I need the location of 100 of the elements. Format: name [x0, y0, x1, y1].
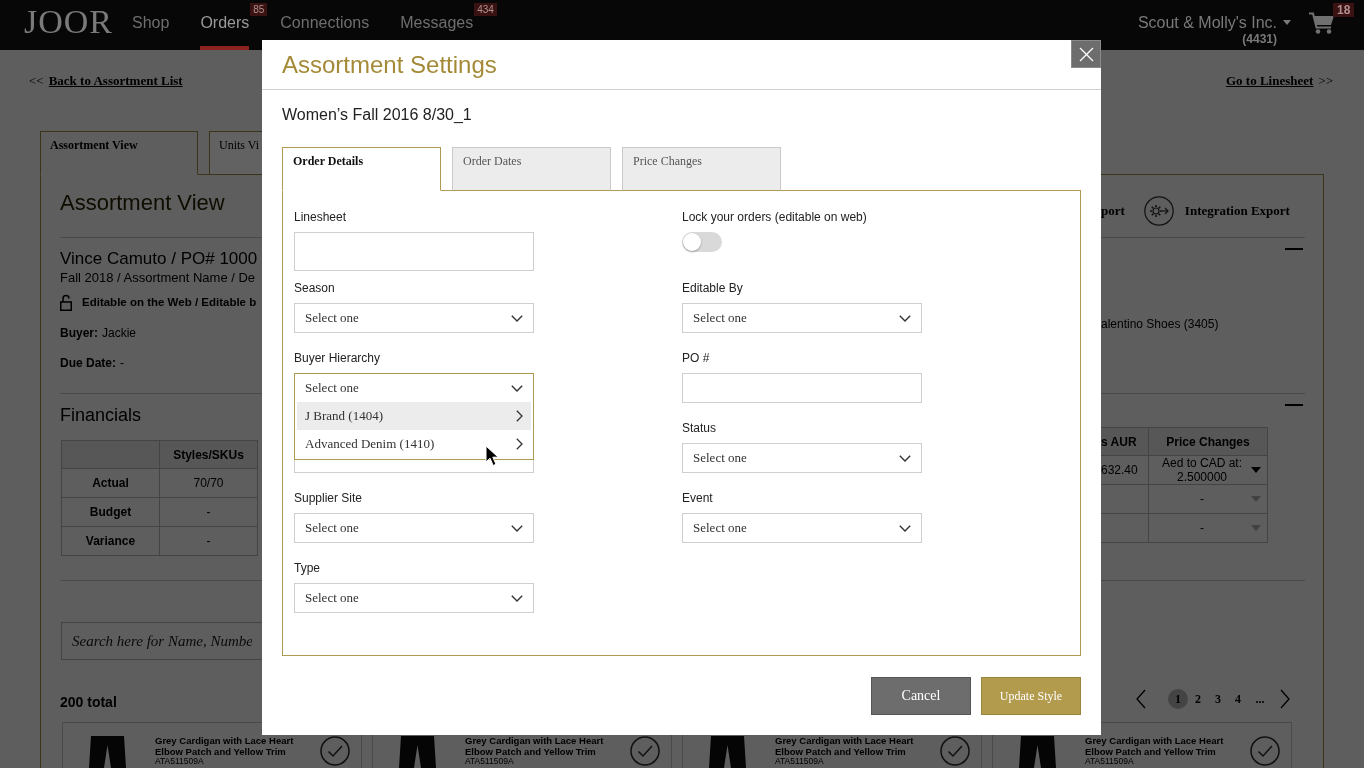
page-link[interactable]: 4: [1228, 689, 1248, 709]
logo[interactable]: JOOR: [24, 0, 114, 44]
caret-down-icon[interactable]: [1251, 467, 1261, 473]
product-name: Grey Cardigan with Lace Heart Elbow Patch and Yellow Trim: [465, 736, 605, 757]
dropdown-option[interactable]: J Brand (1404): [297, 402, 531, 430]
dialog-title: Assortment Settings: [282, 50, 497, 79]
page-link[interactable]: 2: [1188, 689, 1208, 709]
tab[interactable]: Order Dates: [452, 147, 611, 191]
column-header: s AUR: [1101, 428, 1149, 456]
field-label: Linesheet: [294, 209, 347, 226]
action-link[interactable]: port: [1101, 202, 1125, 220]
search-field[interactable]: Search here for Name, Numbe: [61, 622, 262, 660]
info-text: alentino Shoes (3405): [1101, 316, 1219, 332]
tab[interactable]: Assortment View: [40, 131, 198, 175]
product-sku: ATA511509A: [465, 757, 515, 767]
select-field[interactable]: Select one: [682, 443, 922, 473]
secondary-button[interactable]: Cancel: [871, 677, 971, 715]
check-circle-icon[interactable]: [940, 736, 970, 766]
page-link[interactable]: 1: [1168, 689, 1188, 709]
select-field[interactable]: Select one: [294, 303, 534, 333]
field-label: Lock your orders (editable on web): [682, 209, 867, 226]
row-header: Budget: [62, 498, 160, 527]
cart-icon[interactable]: [1309, 12, 1335, 34]
close-icon: [1078, 46, 1094, 62]
field-value: -: [120, 355, 124, 371]
order-subheading: Fall 2018 / Assortment Name / De: [60, 270, 256, 286]
chevron-down-icon: [899, 454, 911, 462]
text-field[interactable]: [682, 373, 922, 403]
text-field[interactable]: [294, 232, 534, 271]
chevron-down-icon: [511, 314, 523, 322]
select-field[interactable]: Select one: [294, 583, 534, 613]
field-label: Buyer:: [60, 325, 98, 341]
check-circle-icon[interactable]: [630, 736, 660, 766]
tab[interactable]: Order Details: [282, 147, 441, 191]
field-label: Buyer Hierarchy: [294, 350, 381, 367]
chevron-right-icon[interactable]: [1280, 689, 1290, 709]
close-button[interactable]: [1071, 40, 1101, 68]
column-header: Styles/SKUs: [160, 441, 258, 469]
product-sku: ATA511509A: [1085, 757, 1135, 767]
table-cell-text: -: [1199, 521, 1205, 535]
caret-down-icon[interactable]: [1283, 20, 1291, 25]
table-cell: -: [160, 498, 258, 527]
field-label: Editable By: [682, 280, 743, 297]
lock-icon: [60, 293, 72, 311]
count-badge: 434: [474, 3, 497, 16]
tab[interactable]: Units Vi: [209, 131, 262, 175]
table-cell-text: Aed to CAD at: 2.500000: [1160, 456, 1243, 484]
editable-status: Editable on the Web / Editable b: [82, 295, 257, 310]
table-cell-text: -: [1199, 492, 1205, 506]
chevron-right-icon: [516, 438, 523, 450]
chevron-down-icon: [511, 594, 523, 602]
check-circle-icon[interactable]: [320, 736, 350, 766]
select-field[interactable]: Select one: [294, 373, 534, 403]
select-field[interactable]: Select one: [294, 513, 534, 543]
count-badge: 85: [250, 3, 268, 16]
field-label: Supplier Site: [294, 490, 363, 507]
account-name[interactable]: Scout & Molly's Inc.: [1137, 13, 1277, 32]
column-header: Price Changes: [1149, 428, 1268, 456]
field-value: Jackie: [102, 325, 137, 341]
nav-link[interactable]: Shop: [132, 0, 170, 50]
count-badge: 18: [1333, 3, 1355, 17]
field-label: Type: [294, 560, 320, 577]
page-link[interactable]: 3: [1208, 689, 1228, 709]
chevron-down-icon: [511, 384, 523, 392]
product-sku: ATA511509A: [155, 757, 205, 767]
toggle-switch[interactable]: [682, 232, 722, 252]
product-name: Grey Cardigan with Lace Heart Elbow Patch and Yellow Trim: [155, 736, 295, 757]
field-label: Status: [682, 420, 717, 437]
table-cell: -: [160, 527, 258, 556]
field-label: Event: [682, 490, 713, 507]
dropdown-option[interactable]: Advanced Denim (1410): [297, 430, 531, 458]
select-field[interactable]: Select one: [682, 303, 922, 333]
section-title: Financials: [60, 404, 142, 426]
result-count: 200 total: [60, 694, 117, 710]
order-heading: Vince Camuto / PO# 1000: [60, 248, 258, 270]
tab[interactable]: Price Changes: [622, 147, 781, 191]
dialog-subtitle: Women’s Fall 2016 8/30_1: [282, 105, 472, 124]
row-header: Variance: [62, 527, 160, 556]
back-link[interactable]: << Back to Assortment List: [29, 72, 183, 90]
field-label: Season: [294, 280, 335, 297]
chevron-left-icon[interactable]: [1136, 689, 1146, 709]
check-circle-icon[interactable]: [1250, 736, 1280, 766]
page-ellipsis: ...: [1254, 691, 1266, 707]
account-number: (4431): [1242, 32, 1277, 46]
field-label: PO #: [682, 350, 710, 367]
action-link[interactable]: Integration Export: [1143, 196, 1290, 226]
product-name: Grey Cardigan with Lace Heart Elbow Patch and Yellow Trim: [775, 736, 915, 757]
product-sku: ATA511509A: [775, 757, 825, 767]
field-label: Due Date:: [60, 355, 116, 371]
chevron-right-icon: [516, 410, 523, 422]
forward-link[interactable]: Go to Linesheet >>: [1225, 72, 1333, 90]
page-title: Assortment View: [60, 190, 225, 216]
select-field[interactable]: Select one: [682, 513, 922, 543]
product-name: Grey Cardigan with Lace Heart Elbow Patch and Yellow Trim: [1085, 736, 1225, 757]
chevron-down-icon: [899, 524, 911, 532]
table-cell: 70/70: [160, 469, 258, 498]
chevron-down-icon: [511, 524, 523, 532]
row-header: Actual: [62, 469, 160, 498]
chevron-down-icon: [899, 314, 911, 322]
primary-button[interactable]: Update Style: [981, 677, 1081, 715]
